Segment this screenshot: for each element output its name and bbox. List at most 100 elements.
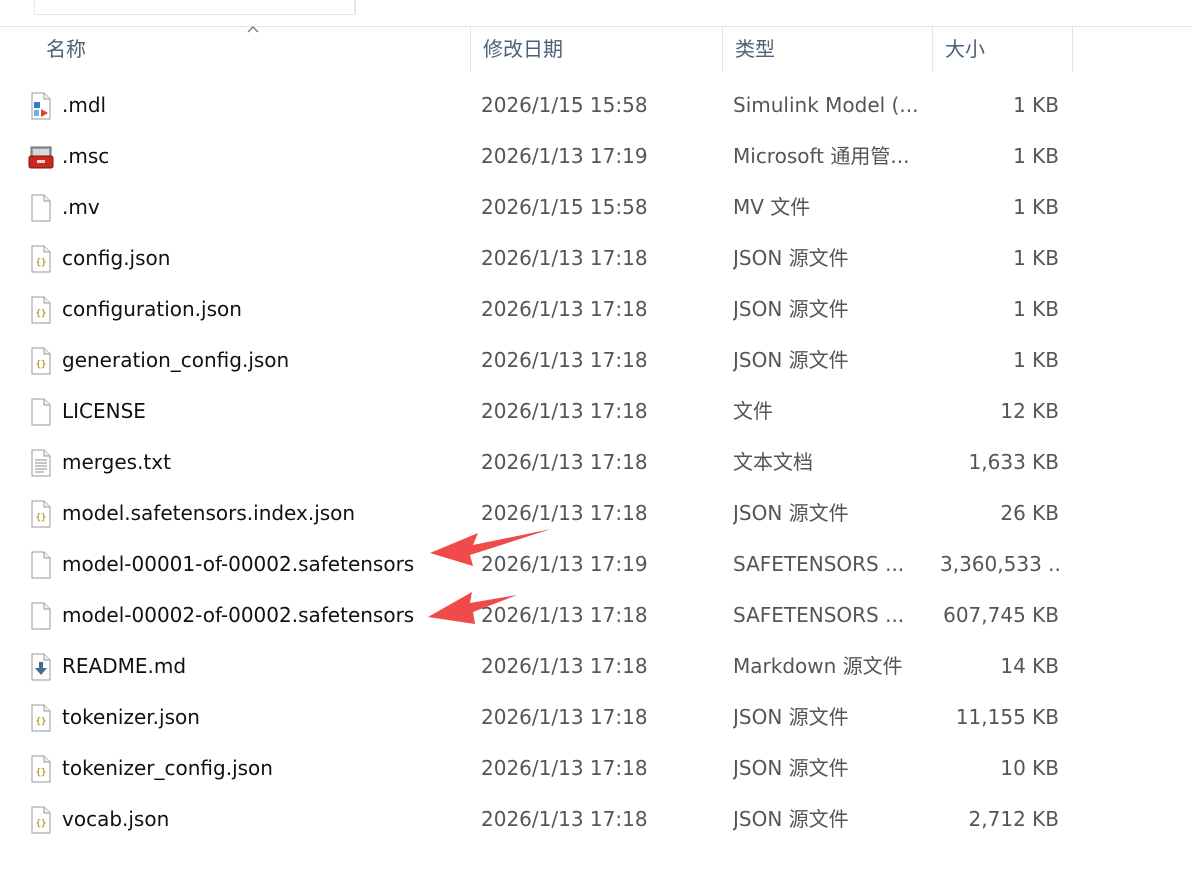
file-row[interactable]: {} vocab.json 2026/1/13 17:18 JSON 源文件 2,71… xyxy=(0,794,1192,845)
simulink-model-icon xyxy=(28,92,54,120)
markdown-file-icon xyxy=(28,653,54,681)
blank-file-icon xyxy=(28,194,54,222)
file-date-modified: 2026/1/13 17:18 xyxy=(481,807,648,831)
file-name: .msc xyxy=(62,144,110,168)
file-row[interactable]: {} configuration.json 2026/1/13 17:18 JSON… xyxy=(0,284,1192,335)
svg-text:{}: {} xyxy=(36,309,47,319)
column-header-size[interactable]: 大小 xyxy=(933,26,1073,72)
json-file-icon: {} xyxy=(28,806,54,834)
file-size: 1,633 KB xyxy=(968,450,1059,474)
svg-text:{}: {} xyxy=(36,360,47,370)
file-type: JSON 源文件 xyxy=(733,348,849,372)
file-name: README.md xyxy=(62,654,187,678)
file-date-modified: 2026/1/15 15:58 xyxy=(481,195,648,219)
svg-text:{}: {} xyxy=(36,819,47,829)
file-name: configuration.json xyxy=(62,297,242,321)
file-name: vocab.json xyxy=(62,807,170,831)
svg-text:{}: {} xyxy=(36,258,47,268)
text-file-icon xyxy=(28,449,54,477)
file-type: JSON 源文件 xyxy=(733,501,849,525)
file-name: .mv xyxy=(62,195,100,219)
file-type: SAFETENSORS ... xyxy=(733,603,905,627)
file-name: generation_config.json xyxy=(62,348,290,372)
file-name: .mdl xyxy=(62,93,107,117)
file-size: 1 KB xyxy=(1013,195,1059,219)
file-name: tokenizer.json xyxy=(62,705,200,729)
json-file-icon: {} xyxy=(28,296,54,324)
file-size: 10 KB xyxy=(1000,756,1059,780)
json-file-icon: {} xyxy=(28,347,54,375)
file-date-modified: 2026/1/13 17:18 xyxy=(481,603,648,627)
file-type: JSON 源文件 xyxy=(733,807,849,831)
file-type: 文件 xyxy=(733,399,773,423)
file-row[interactable]: merges.txt 2026/1/13 17:18 文本文档 1,633 KB xyxy=(0,437,1192,488)
file-date-modified: 2026/1/13 17:18 xyxy=(481,450,648,474)
file-type: JSON 源文件 xyxy=(733,297,849,321)
management-console-icon xyxy=(28,143,54,171)
file-row[interactable]: {} model.safetensors.index.json 2026/1/13… xyxy=(0,488,1192,539)
file-size: 1 KB xyxy=(1013,297,1059,321)
file-row[interactable]: {} generation_config.json 2026/1/13 17:18… xyxy=(0,335,1192,386)
file-size: 1 KB xyxy=(1013,144,1059,168)
file-date-modified: 2026/1/13 17:18 xyxy=(481,348,648,372)
address-bar-fragment xyxy=(34,0,356,15)
file-name: tokenizer_config.json xyxy=(62,756,273,780)
file-size: 3,360,533 ... xyxy=(940,552,1059,576)
file-date-modified: 2026/1/13 17:19 xyxy=(481,552,648,576)
file-row[interactable]: {} tokenizer.json 2026/1/13 17:18 JSON 源文件… xyxy=(0,692,1192,743)
file-type: JSON 源文件 xyxy=(733,246,849,270)
file-type: MV 文件 xyxy=(733,195,811,219)
file-row[interactable]: {} tokenizer_config.json 2026/1/13 17:18 J… xyxy=(0,743,1192,794)
file-name: merges.txt xyxy=(62,450,171,474)
column-header-type[interactable]: 类型 xyxy=(723,26,933,72)
file-size: 12 KB xyxy=(1000,399,1059,423)
file-date-modified: 2026/1/13 17:18 xyxy=(481,399,648,423)
file-date-modified: 2026/1/15 15:58 xyxy=(481,93,648,117)
file-date-modified: 2026/1/13 17:18 xyxy=(481,654,648,678)
file-type: Simulink Model (... xyxy=(733,93,919,117)
json-file-icon: {} xyxy=(28,500,54,528)
file-size: 11,155 KB xyxy=(955,705,1059,729)
file-row[interactable]: .mdl 2026/1/15 15:58 Simulink Model (... 1 … xyxy=(0,80,1192,131)
file-type: 文本文档 xyxy=(733,450,813,474)
blank-file-icon xyxy=(28,398,54,426)
file-name: model.safetensors.index.json xyxy=(62,501,356,525)
column-header-date-modified[interactable]: 修改日期 xyxy=(471,26,723,72)
file-row[interactable]: LICENSE 2026/1/13 17:18 文件 12 KB xyxy=(0,386,1192,437)
file-row[interactable]: model-00001-of-00002.safetensors 2026/1/1… xyxy=(0,539,1192,590)
blank-file-icon xyxy=(28,551,54,579)
file-size: 14 KB xyxy=(1000,654,1059,678)
file-row[interactable]: model-00002-of-00002.safetensors 2026/1/1… xyxy=(0,590,1192,641)
file-type: Microsoft 通用管... xyxy=(733,144,910,168)
file-date-modified: 2026/1/13 17:18 xyxy=(481,501,648,525)
file-row[interactable]: README.md 2026/1/13 17:18 Markdown 源文件 14 K… xyxy=(0,641,1192,692)
json-file-icon: {} xyxy=(28,755,54,783)
file-date-modified: 2026/1/13 17:18 xyxy=(481,246,648,270)
toolbar-divider xyxy=(354,0,355,14)
file-name: config.json xyxy=(62,246,171,270)
json-file-icon: {} xyxy=(28,245,54,273)
file-size: 1 KB xyxy=(1013,246,1059,270)
json-file-icon: {} xyxy=(28,704,54,732)
blank-file-icon xyxy=(28,602,54,630)
file-date-modified: 2026/1/13 17:19 xyxy=(481,144,648,168)
file-type: JSON 源文件 xyxy=(733,705,849,729)
svg-text:{}: {} xyxy=(36,768,47,778)
file-row[interactable]: .mv 2026/1/15 15:58 MV 文件 1 KB xyxy=(0,182,1192,233)
file-type: Markdown 源文件 xyxy=(733,654,903,678)
file-size: 1 KB xyxy=(1013,93,1059,117)
column-header-name[interactable]: 名称 xyxy=(34,26,471,72)
file-size: 2,712 KB xyxy=(968,807,1059,831)
column-header: 名称 修改日期 类型 大小 xyxy=(0,26,1192,72)
file-size: 26 KB xyxy=(1000,501,1059,525)
file-name: model-00002-of-00002.safetensors xyxy=(62,603,415,627)
file-row[interactable]: {} config.json 2026/1/13 17:18 JSON 源文件 1 K… xyxy=(0,233,1192,284)
file-list: .mdl 2026/1/15 15:58 Simulink Model (... 1 … xyxy=(0,80,1192,845)
file-date-modified: 2026/1/13 17:18 xyxy=(481,756,648,780)
file-size: 1 KB xyxy=(1013,348,1059,372)
file-type: SAFETENSORS ... xyxy=(733,552,905,576)
toolbar-strip xyxy=(0,0,1192,27)
file-name: LICENSE xyxy=(62,399,146,423)
file-date-modified: 2026/1/13 17:18 xyxy=(481,297,648,321)
file-row[interactable]: .msc 2026/1/13 17:19 Microsoft 通用管... 1 KB xyxy=(0,131,1192,182)
